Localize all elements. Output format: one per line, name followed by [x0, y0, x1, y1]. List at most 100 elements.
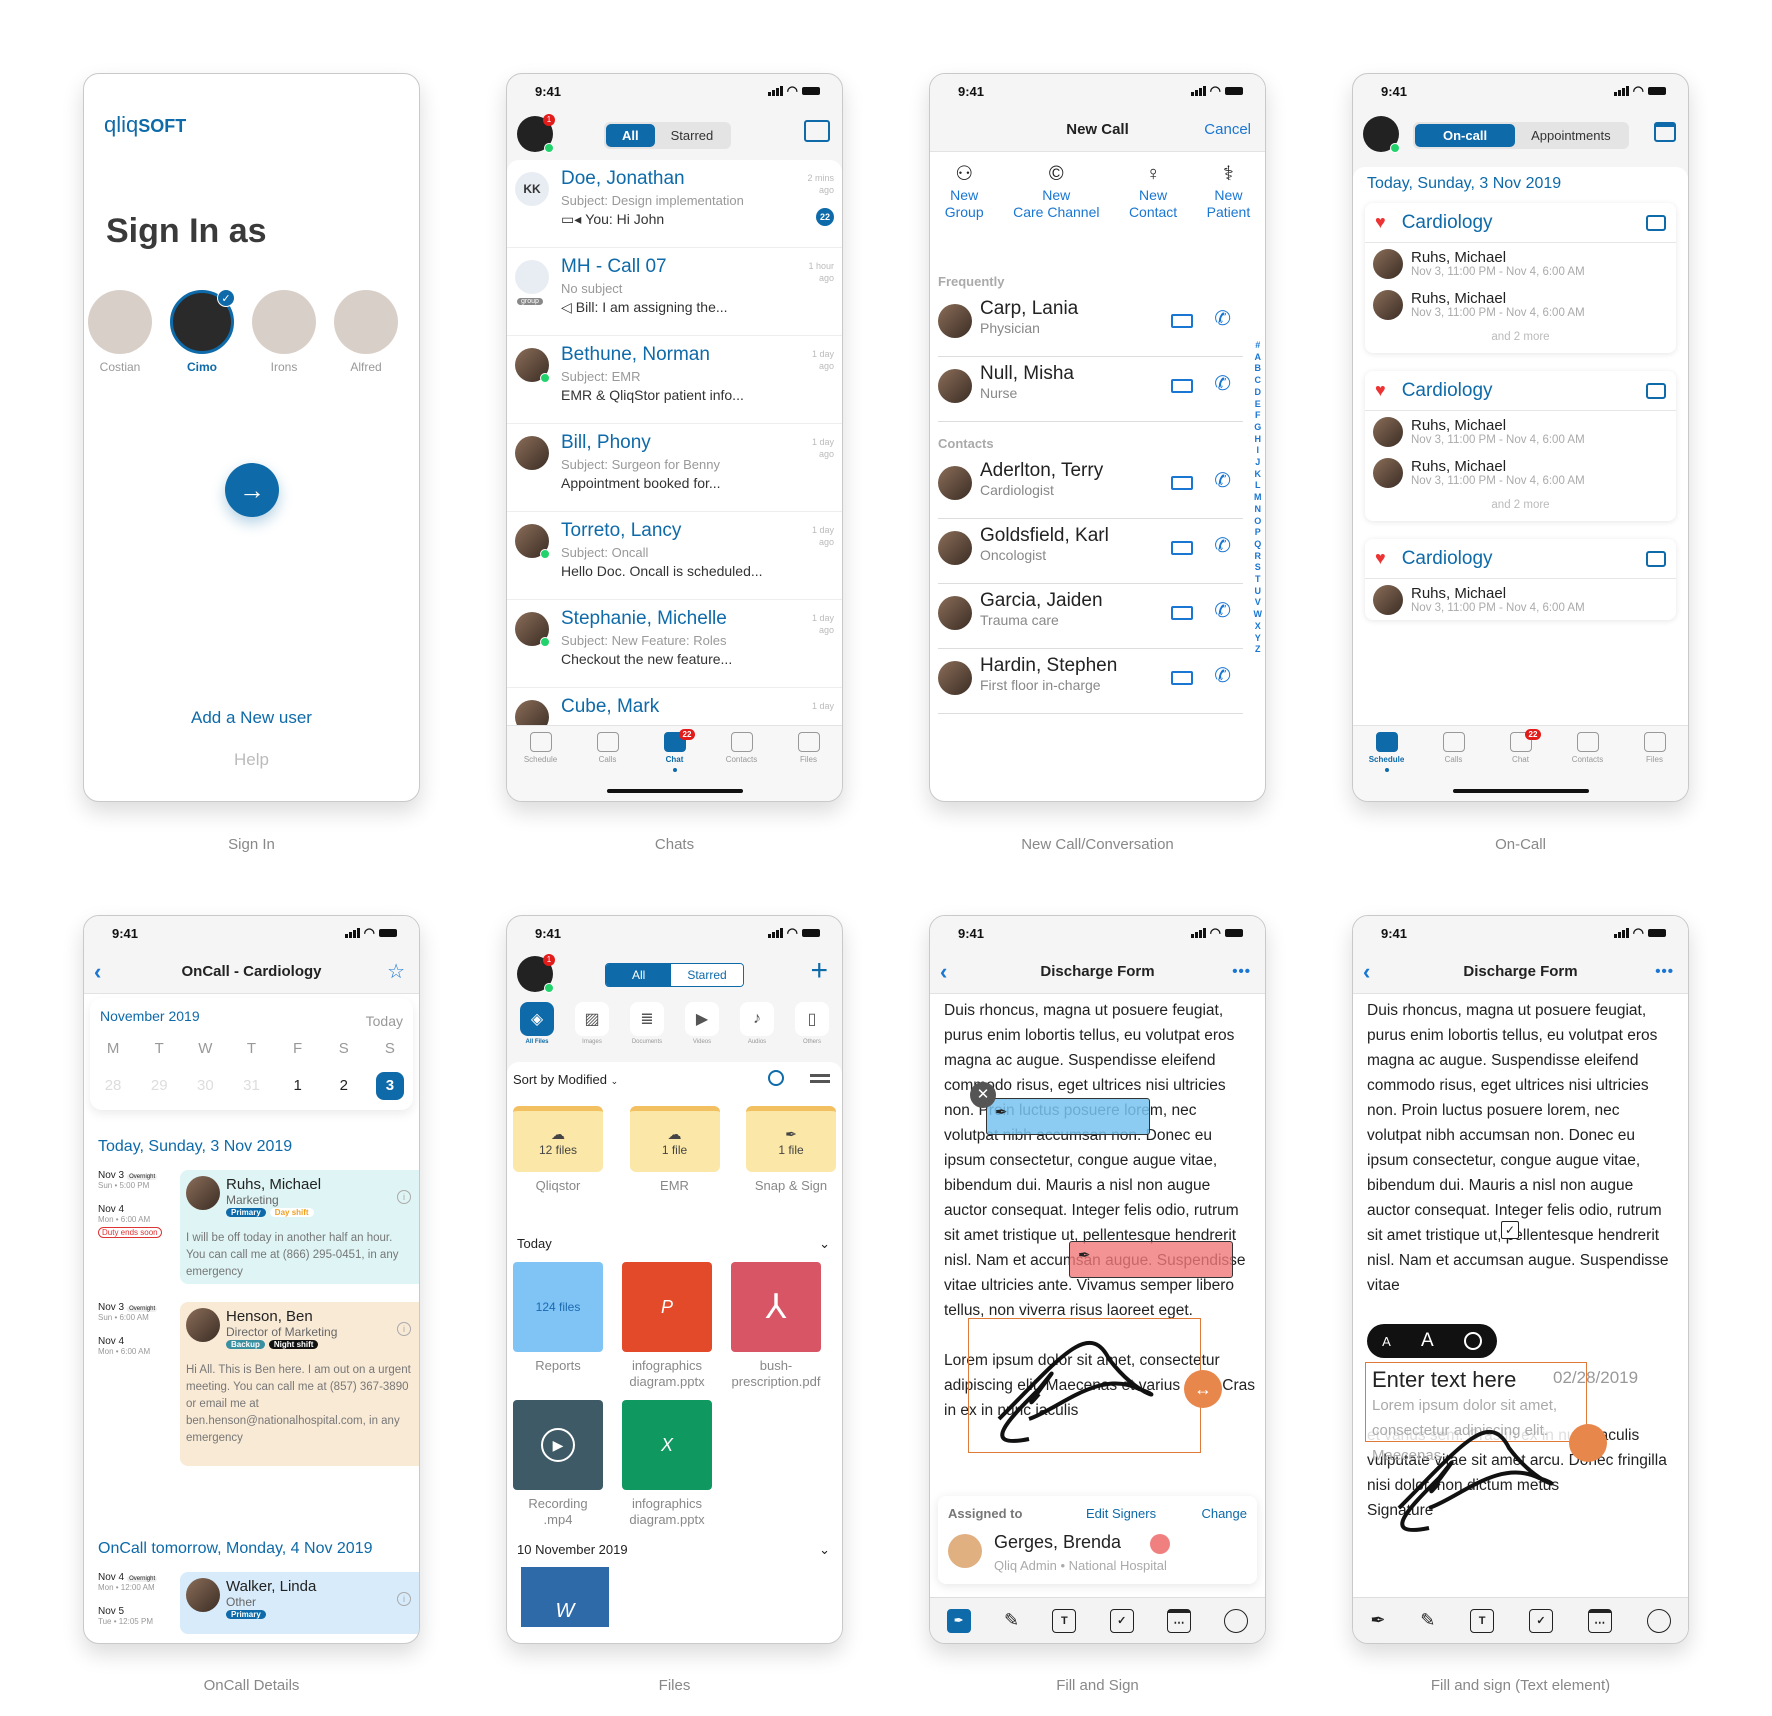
- checkbox-tool-icon[interactable]: ✓: [1109, 1608, 1134, 1633]
- help-link[interactable]: Help: [84, 750, 419, 770]
- info-icon[interactable]: i: [397, 1592, 411, 1606]
- department-card[interactable]: ♥ Cardiology Ruhs, Michael Nov 3, 11:00 PM …: [1365, 203, 1676, 353]
- back-icon[interactable]: ‹: [94, 959, 101, 985]
- new-action-button[interactable]: ♀ New Contact: [1129, 164, 1177, 221]
- index-letter[interactable]: S: [1254, 562, 1263, 574]
- tab-schedule[interactable]: Schedule: [1357, 732, 1417, 801]
- index-letter[interactable]: D: [1254, 387, 1263, 399]
- back-icon[interactable]: ‹: [940, 959, 947, 985]
- new-action-button[interactable]: © New Care Channel: [1013, 164, 1099, 221]
- signature-tool-icon[interactable]: ✒: [1370, 1610, 1385, 1631]
- edit-signers-link[interactable]: Edit Signers: [1086, 1506, 1156, 1521]
- index-letter[interactable]: L: [1254, 480, 1263, 492]
- phone-icon[interactable]: ✆: [1214, 371, 1231, 396]
- more-icon[interactable]: •••: [1655, 963, 1674, 980]
- signature-box-selected[interactable]: [968, 1318, 1201, 1453]
- chat-icon[interactable]: [1646, 382, 1666, 399]
- department-card[interactable]: ♥ Cardiology Ruhs, Michael Nov 3, 11:00 PM …: [1365, 371, 1676, 521]
- circle-tool-icon[interactable]: [1646, 1608, 1671, 1633]
- more-icon[interactable]: •••: [1232, 963, 1251, 980]
- today-button[interactable]: Today: [366, 1013, 403, 1029]
- add-user-link[interactable]: Add a New user: [84, 708, 419, 728]
- user-option[interactable]: Costian: [88, 290, 152, 374]
- category-others[interactable]: ▯ Others: [790, 1002, 834, 1045]
- folder[interactable]: ☁ 1 file EMR: [629, 1106, 720, 1193]
- index-letter[interactable]: E: [1254, 399, 1263, 411]
- oncall-person[interactable]: Ruhs, Michael Nov 3, 11:00 PM - Nov 4, 6:…: [1365, 243, 1676, 284]
- tab-all[interactable]: All: [606, 124, 655, 147]
- checkbox-field[interactable]: ✓: [1501, 1221, 1519, 1239]
- index-letter[interactable]: K: [1254, 469, 1263, 481]
- contact-row[interactable]: Aderlton, Terry Cardiologist ✆: [938, 454, 1243, 519]
- file-item[interactable]: Xinfographics diagram.pptx: [622, 1400, 712, 1528]
- index-letter[interactable]: F: [1254, 410, 1263, 422]
- section-older[interactable]: 10 November 2019 ⌄: [517, 1542, 830, 1558]
- index-letter[interactable]: A: [1254, 352, 1263, 364]
- checkbox-tool-icon[interactable]: ✓: [1528, 1608, 1553, 1633]
- index-letter[interactable]: G: [1254, 422, 1263, 434]
- phone-icon[interactable]: ✆: [1214, 598, 1231, 623]
- calendar-day[interactable]: 1: [284, 1072, 312, 1100]
- text-tool-icon[interactable]: T: [1052, 1608, 1077, 1633]
- calendar-day[interactable]: 30: [191, 1072, 219, 1100]
- remove-field-button[interactable]: ✕: [970, 1082, 996, 1108]
- index-letter[interactable]: M: [1254, 492, 1263, 504]
- oncall-person[interactable]: Ruhs, Michael Nov 3, 11:00 PM - Nov 4, 6:…: [1365, 411, 1676, 452]
- tab-starred[interactable]: Starred: [655, 124, 730, 147]
- date-field[interactable]: 02/28/2019: [1553, 1368, 1638, 1388]
- contact-row[interactable]: Garcia, Jaiden Trauma care ✆: [938, 584, 1243, 649]
- category-all-files[interactable]: ◈ All Files: [515, 1002, 559, 1045]
- video-call-icon[interactable]: [1171, 476, 1193, 490]
- search-icon[interactable]: [768, 1070, 784, 1086]
- phone-icon[interactable]: ✆: [1214, 533, 1231, 558]
- section-today[interactable]: Today ⌄: [517, 1236, 830, 1252]
- info-icon[interactable]: i: [397, 1322, 411, 1336]
- oncall-entry[interactable]: Nov 4 Overnight Mon • 12:00 AM Nov 5 Tue • 1…: [84, 1572, 419, 1634]
- word-file[interactable]: W: [521, 1567, 609, 1627]
- calendar-day[interactable]: 29: [145, 1072, 173, 1100]
- index-letter[interactable]: V: [1254, 597, 1263, 609]
- video-call-icon[interactable]: [1171, 314, 1193, 328]
- chat-row[interactable]: Cube, Mark 1 day: [507, 688, 842, 725]
- category-videos[interactable]: ▶ Videos: [680, 1002, 724, 1045]
- circle-tool-icon[interactable]: [1224, 1608, 1249, 1633]
- calendar-day[interactable]: 3: [375, 1072, 404, 1100]
- contact-row[interactable]: Goldsfield, Karl Oncologist ✆: [938, 519, 1243, 584]
- pencil-tool-icon[interactable]: ✎: [1420, 1610, 1435, 1631]
- chat-row[interactable]: Bill, Phony Subject: Surgeon for Benny App…: [507, 424, 842, 512]
- profile-avatar[interactable]: [1363, 116, 1400, 153]
- pencil-tool-icon[interactable]: ✎: [1004, 1610, 1019, 1631]
- file-item[interactable]: ⅄ bush-prescription.pdf: [731, 1262, 821, 1390]
- more-link[interactable]: and 2 more: [1365, 493, 1676, 521]
- chat-row[interactable]: Torreto, Lancy Subject: Oncall Hello Doc. …: [507, 512, 842, 600]
- chat-icon[interactable]: [1646, 550, 1666, 567]
- info-icon[interactable]: i: [397, 1190, 411, 1204]
- index-letter[interactable]: W: [1254, 609, 1263, 621]
- signature-field-red[interactable]: ✒: [1069, 1241, 1233, 1278]
- index-letter[interactable]: U: [1254, 586, 1263, 598]
- tab-schedule[interactable]: Schedule: [511, 732, 571, 801]
- video-call-icon[interactable]: [1171, 606, 1193, 620]
- index-letter[interactable]: X: [1254, 621, 1263, 633]
- index-letter[interactable]: R: [1254, 551, 1263, 563]
- tab-files[interactable]: Files: [779, 732, 839, 801]
- continue-button[interactable]: →: [225, 463, 279, 517]
- font-large-button[interactable]: A: [1421, 1330, 1434, 1352]
- oncall-entry[interactable]: Nov 3 Overnight Sun • 6:00 AM Nov 4 Mon • 6:…: [84, 1302, 419, 1466]
- change-link[interactable]: Change: [1201, 1506, 1247, 1521]
- user-option[interactable]: Alfred: [334, 290, 398, 374]
- date-tool-icon[interactable]: ⋯: [1587, 1608, 1612, 1633]
- calendar-day[interactable]: 2: [330, 1072, 358, 1100]
- index-letter[interactable]: Q: [1254, 539, 1263, 551]
- chat-row[interactable]: Bethune, Norman Subject: EMR EMR & QliqSto…: [507, 336, 842, 424]
- index-letter[interactable]: B: [1254, 363, 1263, 375]
- tab-starred[interactable]: Starred: [671, 964, 743, 986]
- calendar-day[interactable]: 28: [99, 1072, 127, 1100]
- new-action-button[interactable]: ⚕ New Patient: [1207, 164, 1251, 221]
- phone-icon[interactable]: ✆: [1214, 663, 1231, 688]
- profile-avatar[interactable]: 1: [517, 954, 555, 993]
- index-letter[interactable]: Z: [1254, 644, 1263, 656]
- add-icon[interactable]: +: [810, 954, 828, 988]
- text-field-input[interactable]: Enter text here: [1372, 1367, 1580, 1393]
- chat-icon[interactable]: [1646, 214, 1666, 231]
